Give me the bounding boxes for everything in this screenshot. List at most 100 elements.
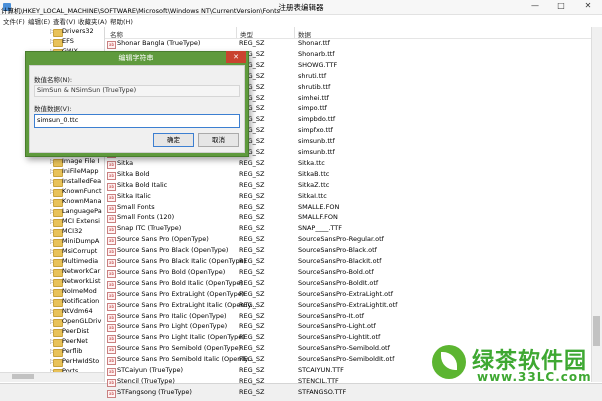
- tree-item[interactable]: ▷NoImeMod: [0, 287, 104, 297]
- tree-item[interactable]: ▷OpenGLDriv: [0, 317, 104, 327]
- value-type: REG_SZ: [239, 246, 265, 255]
- column-divider[interactable]: [294, 27, 295, 38]
- menu-view[interactable]: 查看(V): [53, 16, 76, 26]
- scroll-thumb[interactable]: [593, 316, 600, 346]
- tree-item-label: PeerDist: [62, 327, 90, 335]
- value-name: STFangsong (TrueType): [117, 387, 192, 396]
- value-row[interactable]: ab Source Sans Pro Bold (OpenType) REG_SZ S…: [105, 268, 591, 279]
- value-row[interactable]: ab Source Sans Pro Light (OpenType) REG_SZ…: [105, 322, 591, 333]
- value-data: STFANGSO.TTF: [298, 387, 347, 396]
- value-row[interactable]: ab Source Sans Pro Bold Italic (OpenType)…: [105, 279, 591, 290]
- value-type: REG_SZ: [239, 213, 265, 222]
- tree-item[interactable]: ▷Image File I: [0, 157, 104, 167]
- string-value-icon: ab: [107, 248, 116, 257]
- value-data: SitkaB.ttc: [298, 169, 330, 178]
- string-value-icon: ab: [107, 226, 116, 235]
- value-data: simhei.ttf: [298, 93, 329, 102]
- tree-item[interactable]: ▷MsiCorrupt: [0, 247, 104, 257]
- value-row[interactable]: ab STFangsong (TrueType) REG_SZ STFANGSO.TT…: [105, 388, 591, 399]
- tree-item-label: KnownFunct: [62, 187, 102, 195]
- value-row[interactable]: ab Source Sans Pro ExtraLight (OpenType) R…: [105, 290, 591, 301]
- string-value-icon: ab: [107, 160, 116, 169]
- value-row[interactable]: ab Source Sans Pro Black (OpenType) REG_SZ…: [105, 246, 591, 257]
- tree-item-label: KnownMana: [62, 197, 102, 205]
- value-type: REG_SZ: [239, 311, 265, 320]
- value-row[interactable]: ab Source Sans Pro (OpenType) REG_SZ Source…: [105, 235, 591, 246]
- tree-item[interactable]: ▷Notification: [0, 297, 104, 307]
- tree-item[interactable]: ▷Perflib: [0, 347, 104, 357]
- string-value-icon: ab: [107, 237, 116, 246]
- tree-item-label: PeerNet: [62, 337, 88, 345]
- value-row[interactable]: ab Snap ITC (TrueType) REG_SZ SNAP____.TTF: [105, 224, 591, 235]
- value-row[interactable]: ab Sitka Bold Italic REG_SZ SitkaZ.ttc: [105, 181, 591, 192]
- tree-item[interactable]: ▷IniFileMapp: [0, 167, 104, 177]
- value-row[interactable]: ab Source Sans Pro ExtraLight Italic (Ope…: [105, 301, 591, 312]
- tree-item[interactable]: ▷InstalledFea: [0, 177, 104, 187]
- tree-item[interactable]: ▷LanguagePa: [0, 207, 104, 217]
- tree-item[interactable]: ▷PerHwIdSto: [0, 357, 104, 367]
- value-data: simpfxo.ttf: [298, 126, 333, 135]
- tree-item-label: NtVdm64: [62, 307, 93, 315]
- value-name: Source Sans Pro (OpenType): [117, 235, 209, 244]
- tree-item[interactable]: ▷PeerDist: [0, 327, 104, 337]
- value-data: SourceSansPro-BlackIt.otf: [298, 257, 382, 265]
- ok-button[interactable]: 确定: [153, 133, 194, 147]
- value-data: SourceSansPro-ExtraLightIt.otf: [298, 300, 398, 309]
- registry-path: 计算机\HKEY_LOCAL_MACHINE\SOFTWARE\Microsof…: [1, 7, 281, 15]
- watermark-url: www.33LC.com: [477, 370, 592, 384]
- menu-favorites[interactable]: 收藏夹(A): [78, 16, 107, 26]
- menu-file[interactable]: 文件(F): [3, 16, 25, 26]
- value-row[interactable]: ab Sitka Bold REG_SZ SitkaB.ttc: [105, 170, 591, 181]
- value-data-text[interactable]: simsun_0.ttc: [37, 116, 78, 124]
- menu-help[interactable]: 帮助(H): [110, 16, 133, 26]
- value-row[interactable]: ab Sitka Italic REG_SZ SitkaI.ttc: [105, 192, 591, 203]
- tree-item[interactable]: ▷KnownFunct: [0, 187, 104, 197]
- cancel-button[interactable]: 取消: [198, 133, 239, 147]
- value-row[interactable]: ab Source Sans Pro Black Italic (OpenType…: [105, 257, 591, 268]
- menu-edit[interactable]: 编辑(E): [28, 16, 50, 26]
- value-type: REG_SZ: [239, 278, 265, 287]
- tree-item-label: Notification: [62, 297, 100, 305]
- value-type: REG_SZ: [239, 235, 265, 244]
- tree-item-label: MCI32: [62, 227, 83, 235]
- tree-item-label: NetworkList: [62, 277, 101, 285]
- tree-item-label: Drivers32: [62, 27, 94, 35]
- tree-item[interactable]: ▷MCI Extensi: [0, 217, 104, 227]
- tree-item[interactable]: ▷Drivers32: [0, 27, 104, 37]
- tree-item[interactable]: ▷NetworkCar: [0, 267, 104, 277]
- column-header-name[interactable]: 名称: [110, 29, 123, 39]
- string-value-icon: ab: [107, 41, 116, 49]
- tree-item[interactable]: ▷MCI32: [0, 227, 104, 237]
- tree-item[interactable]: ▷Multimedia: [0, 257, 104, 267]
- dialog-close-button[interactable]: ✕: [226, 51, 246, 63]
- value-name: Small Fonts: [117, 202, 155, 211]
- value-name: Sitka Bold: [117, 169, 150, 178]
- value-data: SourceSansPro-LightIt.otf: [298, 333, 381, 342]
- value-row[interactable]: ab Source Sans Pro Italic (OpenType) REG_S…: [105, 312, 591, 323]
- value-row[interactable]: ab Small Fonts (120) REG_SZ SMALLF.FON: [105, 213, 591, 224]
- string-value-icon: ab: [107, 280, 116, 289]
- value-row[interactable]: ab Sitka REG_SZ Sitka.ttc: [105, 159, 591, 170]
- tree-item[interactable]: ▷PeerNet: [0, 337, 104, 347]
- tree-scroll-thumb[interactable]: [12, 374, 34, 379]
- value-name: Source Sans Pro Bold (OpenType): [117, 267, 226, 276]
- value-row[interactable]: ab Small Fonts REG_SZ SMALLE.FON: [105, 203, 591, 214]
- maximize-button[interactable]: □: [548, 0, 574, 12]
- column-header-type[interactable]: 类型: [240, 29, 253, 39]
- close-button[interactable]: ✕: [574, 0, 602, 12]
- tree-item[interactable]: ▷MiniDumpA: [0, 237, 104, 247]
- minimize-button[interactable]: —: [522, 0, 548, 12]
- column-header-data[interactable]: 数据: [298, 29, 311, 39]
- tree-item[interactable]: ▷KnownMana: [0, 197, 104, 207]
- list-header: [105, 27, 591, 39]
- value-data: shruti.ttf: [298, 71, 327, 80]
- tree-item[interactable]: ▷NetworkList: [0, 277, 104, 287]
- value-row[interactable]: ab Shonar Bangla (TrueType) REG_SZ Shonar.t…: [105, 39, 591, 50]
- string-value-icon: ab: [107, 368, 116, 376]
- tree-item[interactable]: ▷EFS: [0, 37, 104, 47]
- string-value-icon: ab: [107, 204, 116, 213]
- value-data: Shonarb.ttf: [298, 49, 335, 58]
- column-divider[interactable]: [236, 27, 237, 38]
- tree-item[interactable]: ▷NtVdm64: [0, 307, 104, 317]
- string-value-icon: ab: [107, 335, 116, 344]
